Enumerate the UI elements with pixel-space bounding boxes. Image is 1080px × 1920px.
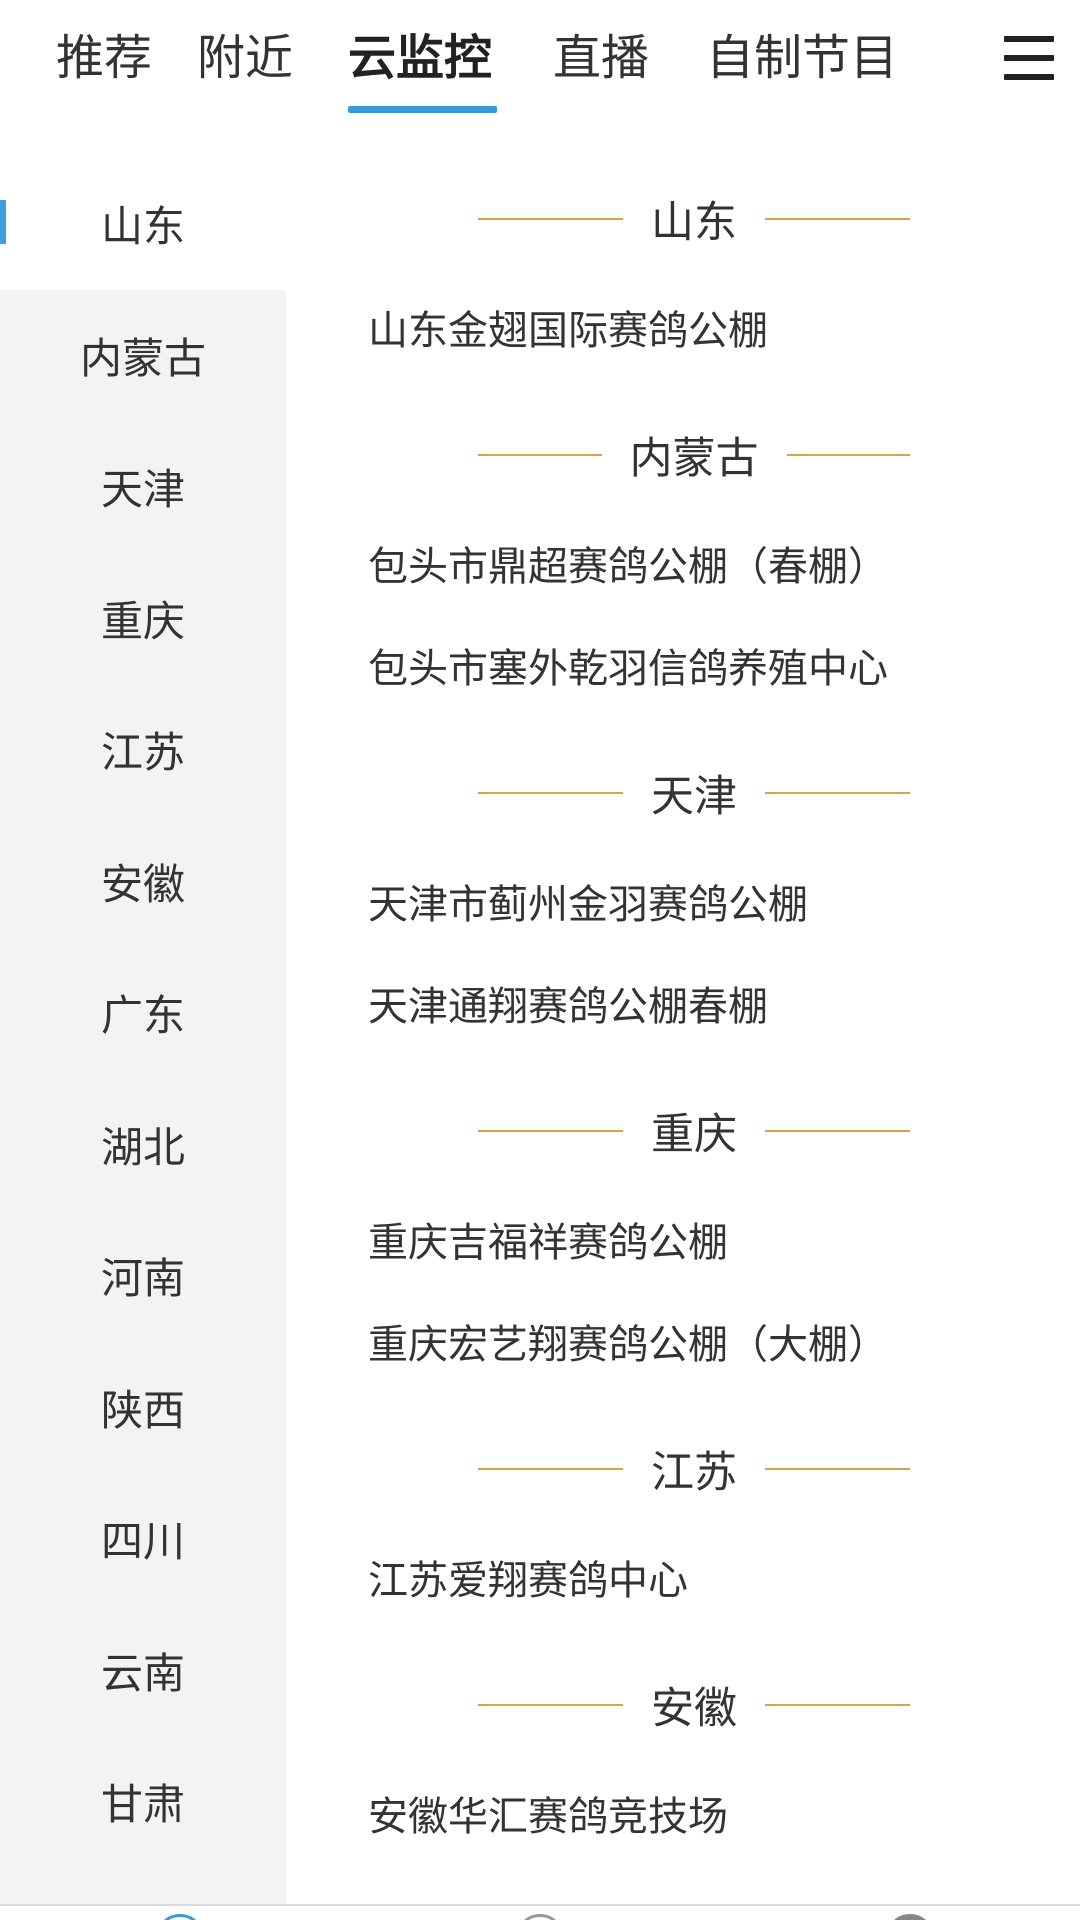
sidebar-item-label: 江苏 — [100, 728, 185, 778]
app-root: 推荐 附近 云监控 直播 自制节目 山东 内蒙古 天津 重庆 江苏 安徽 广东 湖北 河南 陕西四… — [0, 0, 1080, 1920]
sidebar-item-province[interactable]: 广东 — [0, 947, 286, 1079]
sidebar-item-province[interactable]: 河南 — [0, 1210, 286, 1342]
divider-line-left — [478, 1704, 623, 1706]
venue-item[interactable]: 包头市鼎超赛鸽公棚（春棚） — [286, 516, 1080, 618]
section-header: 天津 — [286, 732, 1080, 854]
sidebar-item-province[interactable]: 天津 — [0, 421, 286, 553]
sidebar-item-label: 重庆 — [100, 596, 185, 646]
sidebar-item-label: 安徽 — [100, 859, 185, 909]
venue-item[interactable]: 山东金翅国际赛鸽公棚 — [286, 280, 1080, 382]
divider-line-left — [478, 1130, 623, 1132]
sidebar-item-province[interactable]: 内蒙古 — [0, 290, 286, 422]
sidebar-item-province[interactable]: 四川 — [0, 1473, 286, 1605]
sidebar-active-indicator — [0, 200, 6, 244]
sidebar-item-label: 湖北 — [100, 1122, 185, 1172]
divider-line-right — [765, 792, 910, 794]
province-section: 江苏江苏爱翔赛鸽中心 — [286, 1408, 1080, 1644]
section-header: 安徽 — [286, 1644, 1080, 1766]
sidebar-item-province[interactable]: 山东 — [0, 158, 286, 290]
divider-line-right — [765, 1130, 910, 1132]
section-title: 天津 — [651, 772, 737, 822]
venue-list: 山东山东金翅国际赛鸽公棚内蒙古包头市鼎超赛鸽公棚（春棚） 包头市塞外乾羽信鸽养殖中… — [286, 158, 1080, 1910]
sidebar-item-label: 河南 — [100, 1254, 185, 1304]
top-tab-bar: 推荐 附近 云监控 直播 自制节目 — [0, 0, 1080, 120]
section-header: 山东 — [286, 158, 1080, 280]
section-title: 山东 — [651, 198, 737, 248]
sidebar-item-province[interactable]: 重庆 — [0, 553, 286, 685]
home-icon[interactable] — [160, 1914, 200, 1920]
province-section: 重庆重庆吉福祥赛鸽公棚 重庆宏艺翔赛鸽公棚（大棚） — [286, 1070, 1080, 1408]
sidebar-item-province[interactable]: 甘肃 — [0, 1736, 286, 1868]
divider-line-right — [765, 1468, 910, 1470]
tab-nearby[interactable]: 附近 — [197, 24, 293, 92]
section-title: 安徽 — [651, 1684, 737, 1734]
tab-recommend[interactable]: 推荐 — [56, 24, 152, 92]
sidebar-item-province[interactable]: 江苏 — [0, 684, 286, 816]
sidebar-item-label: 云南 — [100, 1648, 185, 1698]
venue-item[interactable]: 天津市蓟州金羽赛鸽公棚 — [286, 854, 1080, 956]
sidebar-item-province[interactable]: 湖北 — [0, 1079, 286, 1211]
venue-item[interactable]: 重庆吉福祥赛鸽公棚 — [286, 1192, 1080, 1294]
profile-icon[interactable] — [890, 1914, 930, 1920]
divider-line-right — [765, 1704, 910, 1706]
divider-line-right — [786, 454, 910, 456]
province-section: 安徽安徽华汇赛鸽竞技场 — [286, 1644, 1080, 1880]
divider-line-left — [478, 454, 602, 456]
venue-item[interactable]: 包头市塞外乾羽信鸽养殖中心 — [286, 618, 1080, 720]
active-tab-indicator — [348, 106, 497, 113]
discover-icon[interactable] — [520, 1914, 560, 1920]
sidebar-item-label: 内蒙古 — [79, 333, 206, 383]
sidebar-item-label: 山东 — [100, 202, 185, 252]
section-header: 内蒙古 — [286, 394, 1080, 516]
divider-line-right — [765, 218, 910, 220]
sidebar-item-province[interactable]: 安徽 — [0, 816, 286, 948]
section-title: 江苏 — [651, 1448, 737, 1498]
divider-line-left — [478, 218, 623, 220]
venue-item[interactable]: 安徽华汇赛鸽竞技场 — [286, 1766, 1080, 1868]
divider-line-left — [478, 792, 623, 794]
sidebar-item-label: 甘肃 — [100, 1780, 185, 1830]
divider-line-left — [478, 1468, 623, 1470]
bottom-navigation-bar — [0, 1904, 1080, 1920]
province-section: 内蒙古包头市鼎超赛鸽公棚（春棚） 包头市塞外乾羽信鸽养殖中心 — [286, 394, 1080, 732]
sidebar-item-label: 陕西 — [100, 1385, 185, 1435]
sidebar-item-label: 广东 — [100, 991, 185, 1041]
tab-cloud-monitor[interactable]: 云监控 — [348, 24, 492, 92]
venue-item[interactable]: 重庆宏艺翔赛鸽公棚（大棚） — [286, 1294, 1080, 1396]
section-title: 重庆 — [651, 1110, 737, 1160]
sidebar-item-label: 天津 — [100, 465, 185, 515]
sidebar-item-province[interactable]: 陕西 — [0, 1342, 286, 1474]
section-header: 重庆 — [286, 1070, 1080, 1192]
section-header: 江苏 — [286, 1408, 1080, 1530]
venue-item[interactable]: 天津通翔赛鸽公棚春棚 — [286, 956, 1080, 1058]
venue-item[interactable]: 江苏爱翔赛鸽中心 — [286, 1530, 1080, 1632]
sidebar-item-label: 四川 — [100, 1517, 185, 1567]
province-sidebar: 山东内蒙古天津重庆江苏安徽广东湖北河南陕西四川云南甘肃 — [0, 158, 286, 1910]
tab-original-shows[interactable]: 自制节目 — [706, 24, 898, 92]
province-section: 山东山东金翅国际赛鸽公棚 — [286, 158, 1080, 394]
sidebar-item-province[interactable]: 云南 — [0, 1605, 286, 1737]
province-section: 天津天津市蓟州金羽赛鸽公棚 天津通翔赛鸽公棚春棚 — [286, 732, 1080, 1070]
tab-live[interactable]: 直播 — [553, 24, 649, 92]
hamburger-menu-icon[interactable] — [1004, 34, 1056, 82]
section-title: 内蒙古 — [629, 434, 759, 484]
